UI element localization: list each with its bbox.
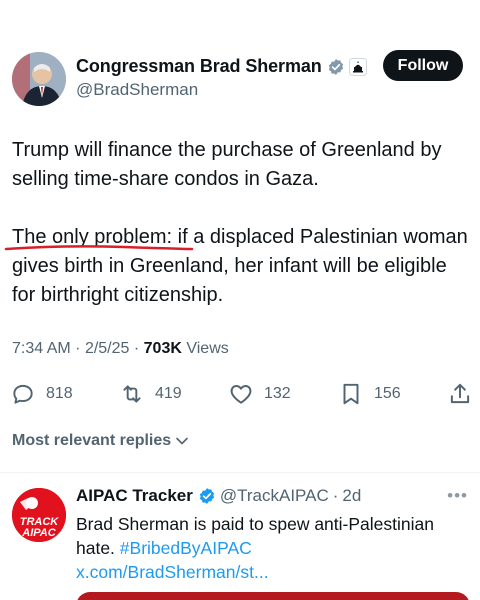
meta-separator: ·: [133, 340, 144, 357]
reply-handle[interactable]: @TrackAIPAC: [220, 486, 329, 506]
reply-display-name[interactable]: AIPAC Tracker: [76, 486, 193, 506]
replies-sort-dropdown[interactable]: Most relevant replies: [12, 432, 189, 450]
reply-avatar[interactable]: TRACK AIPAC: [12, 488, 66, 542]
bookmark-button[interactable]: 156: [338, 378, 401, 410]
tweet-header: Congressman Brad Sherman @BradSherman Fo…: [0, 0, 480, 110]
repost-arrows-icon: [123, 385, 141, 403]
blue-verified-badge-icon: [198, 487, 216, 505]
tweet-action-bar: 818 419 132 156: [0, 378, 480, 410]
section-divider: [0, 472, 480, 473]
tweet-meta: 7:34 AM · 2/5/25 · 703K Views: [12, 340, 229, 358]
reply-header: AIPAC Tracker @TrackAIPAC · 2d: [76, 486, 361, 506]
meta-separator: ·: [75, 340, 85, 357]
reply-media-preview[interactable]: [76, 592, 470, 600]
reply-age[interactable]: 2d: [342, 486, 361, 506]
author-display-name[interactable]: Congressman Brad Sherman: [76, 56, 322, 77]
repost-count: 419: [155, 385, 182, 402]
reply-text: Brad Sherman is paid to spew anti-Palest…: [76, 512, 470, 584]
views-count: 703K: [143, 340, 182, 357]
reply-item[interactable]: TRACK AIPAC AIPAC Tracker @TrackAIPAC · …: [0, 480, 480, 600]
follow-button[interactable]: Follow: [383, 50, 463, 81]
tweet-text: Trump will finance the purchase of Green…: [12, 136, 472, 310]
bookmark-icon: [343, 383, 359, 405]
us-government-capitol-icon: [348, 57, 367, 76]
author-name-row: Congressman Brad Sherman: [76, 56, 367, 77]
views-label: Views: [186, 340, 229, 357]
tweet-paragraph-1: Trump will finance the purchase of Green…: [12, 139, 442, 190]
more-options-icon[interactable]: •••: [447, 486, 468, 506]
heart-icon: [230, 385, 252, 404]
reply-avatar-text-2: AIPAC: [21, 527, 56, 539]
reply-bubble-icon: [13, 384, 33, 404]
author-avatar[interactable]: [12, 52, 66, 106]
author-handle[interactable]: @BradSherman: [76, 80, 198, 100]
meta-separator: ·: [332, 486, 339, 505]
reply-count: 818: [46, 385, 73, 402]
like-count: 132: [264, 385, 291, 402]
red-underline-annotation: [4, 245, 194, 251]
reply-hashtag-link[interactable]: #BribedByAIPAC: [120, 538, 252, 558]
like-button[interactable]: 132: [228, 378, 291, 410]
reply-button[interactable]: 818: [10, 378, 73, 410]
replies-sort-label: Most relevant replies: [12, 432, 172, 449]
repost-button[interactable]: 419: [119, 378, 182, 410]
bookmark-count: 156: [374, 385, 401, 402]
chevron-down-icon: [176, 437, 188, 445]
tweet-time[interactable]: 7:34 AM: [12, 340, 71, 357]
reply-url-link[interactable]: x.com/BradSherman/st...: [76, 562, 269, 582]
share-button[interactable]: [447, 378, 480, 410]
verified-badge-icon: [327, 58, 345, 76]
share-icon: [450, 383, 470, 404]
tweet-paragraph-2: The only problem: if a displaced Palesti…: [12, 226, 468, 306]
tweet-date[interactable]: 2/5/25: [85, 340, 129, 357]
